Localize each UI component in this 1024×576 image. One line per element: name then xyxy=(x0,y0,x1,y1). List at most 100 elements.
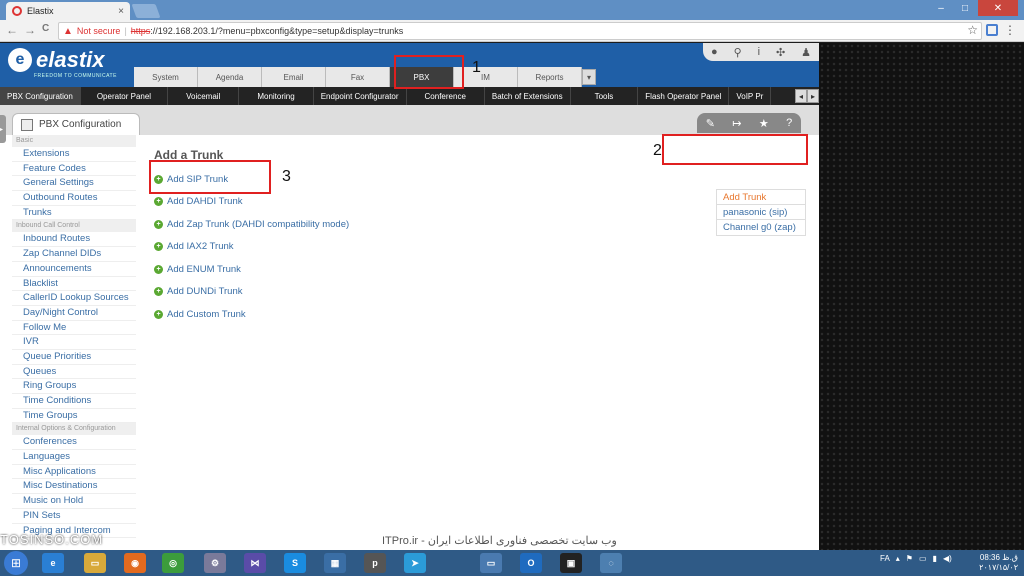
tray-arrow-icon[interactable]: ▴ xyxy=(896,554,900,563)
tab-agenda[interactable]: Agenda xyxy=(198,67,262,87)
back-arrow-icon[interactable]: ← xyxy=(6,23,18,37)
cmd-icon[interactable]: ▣ xyxy=(560,553,582,573)
submenu-operator-panel[interactable]: Operator Panel xyxy=(81,87,169,105)
sidebar-item-time-conditions[interactable]: Time Conditions xyxy=(12,394,136,409)
sidebar-item-music-on-hold[interactable]: Music on Hold xyxy=(12,494,136,509)
sidebar-item-feature-codes[interactable]: Feature Codes xyxy=(12,162,136,177)
submenu-voicemail[interactable]: Voicemail xyxy=(168,87,240,105)
start-button[interactable]: ⊞ xyxy=(4,551,28,575)
ie-icon[interactable]: e xyxy=(42,553,64,573)
submenu-monitoring[interactable]: Monitoring xyxy=(239,87,314,105)
taskbar-clock[interactable]: 08:36 ق.ظ ۲۰۱۷/۱۵/۰۲ xyxy=(979,553,1018,573)
window-app-icon[interactable]: ▭ xyxy=(480,553,502,573)
export-icon[interactable]: ↦ xyxy=(732,117,741,130)
tab-reports[interactable]: Reports xyxy=(518,67,582,87)
telegram-icon[interactable]: ➤ xyxy=(404,553,426,573)
submenu-voip-provider[interactable]: VoIP Pr xyxy=(729,87,772,105)
reload-icon[interactable]: C xyxy=(42,23,49,34)
add-iax2-trunk-link[interactable]: + Add IAX2 Trunk xyxy=(154,241,234,252)
search-icon[interactable]: ⚲ xyxy=(734,46,742,59)
sidebar-item-misc-destinations[interactable]: Misc Destinations xyxy=(12,479,136,495)
remote-desktop-icon[interactable]: ▦ xyxy=(324,553,346,573)
submenu-batch-extensions[interactable]: Batch of Extensions xyxy=(485,87,571,105)
link-label: Add ENUM Trunk xyxy=(167,264,241,275)
firefox-icon[interactable]: ◉ xyxy=(124,553,146,573)
submenu-endpoint-configurator[interactable]: Endpoint Configurator xyxy=(314,87,407,105)
browser-tab[interactable]: Elastix × xyxy=(6,2,130,20)
screen-icon[interactable]: ▭ xyxy=(919,554,927,563)
sidebar-item-languages[interactable]: Languages xyxy=(12,450,136,465)
sidebar-item-queue-priorities[interactable]: Queue Priorities xyxy=(12,350,136,365)
tab-close-icon[interactable]: × xyxy=(118,6,124,17)
minimize-button[interactable]: – xyxy=(930,0,952,16)
tab-system[interactable]: System xyxy=(134,67,198,87)
sidebar-item-callerid-lookup[interactable]: CallerID Lookup Sources xyxy=(12,291,136,306)
sidebar-item-ivr[interactable]: IVR xyxy=(12,335,136,350)
sidebar-item-announcements[interactable]: Announcements xyxy=(12,262,136,277)
sidebar-item-ring-groups[interactable]: Ring Groups xyxy=(12,379,136,394)
p-app-icon[interactable]: p xyxy=(364,553,386,573)
trunk-list-add-trunk[interactable]: Add Trunk xyxy=(716,189,806,205)
sidebar-item-zap-channel-dids[interactable]: Zap Channel DIDs xyxy=(12,247,136,262)
volume-icon[interactable]: ◀) xyxy=(943,554,952,563)
edit-icon[interactable]: ✎ xyxy=(706,117,715,130)
trunk-list-item[interactable]: panasonic (sip) xyxy=(716,204,806,220)
app-icon[interactable]: ◌ xyxy=(600,553,622,573)
submenu-tools[interactable]: Tools xyxy=(571,87,639,105)
submenu-flash-operator-panel[interactable]: Flash Operator Panel xyxy=(638,87,730,105)
sidebar-item-misc-applications[interactable]: Misc Applications xyxy=(12,465,136,480)
scroll-left-icon[interactable]: ◂ xyxy=(795,89,807,103)
network-tool-icon[interactable]: ⚙ xyxy=(204,553,226,573)
sidebar-item-conferences[interactable]: Conferences xyxy=(12,435,136,451)
close-window-button[interactable]: ✕ xyxy=(978,0,1018,16)
skype-icon[interactable]: S xyxy=(284,553,306,573)
new-tab-button[interactable] xyxy=(131,4,161,18)
maximize-button[interactable]: □ xyxy=(954,0,976,16)
chrome-icon[interactable]: ◎ xyxy=(162,553,184,573)
user-icon[interactable]: ♟ xyxy=(801,46,811,59)
add-enum-trunk-link[interactable]: + Add ENUM Trunk xyxy=(154,264,241,275)
tabs-more-icon[interactable]: ▾ xyxy=(582,69,596,85)
tab-fax[interactable]: Fax xyxy=(326,67,390,87)
add-zap-trunk-link[interactable]: + Add Zap Trunk (DAHDI compatibility mode… xyxy=(154,219,349,230)
elastix-logo[interactable]: e elastix xyxy=(8,47,105,73)
sidebar-item-blacklist[interactable]: Blacklist xyxy=(12,277,136,292)
sidebar-item-general-settings[interactable]: General Settings xyxy=(12,176,136,192)
callout-number: 2 xyxy=(653,142,662,159)
sidebar-item-time-groups[interactable]: Time Groups xyxy=(12,409,136,424)
sidebar-item-pin-sets[interactable]: PIN Sets xyxy=(12,509,136,524)
outlook-icon[interactable]: O xyxy=(520,553,542,573)
sidebar-item-extensions[interactable]: Extensions xyxy=(12,147,136,162)
visual-studio-icon[interactable]: ⋈ xyxy=(244,553,266,573)
tab-email[interactable]: Email xyxy=(262,67,326,87)
sidebar-item-day-night[interactable]: Day/Night Control xyxy=(12,306,136,321)
info-icon[interactable]: i xyxy=(758,46,760,58)
add-dundi-trunk-link[interactable]: + Add DUNDi Trunk xyxy=(154,286,243,297)
browser-menu-icon[interactable]: ⋮ xyxy=(1004,23,1016,37)
sidebar-item-outbound-routes[interactable]: Outbound Routes xyxy=(12,191,136,206)
tools-icon[interactable]: ✣ xyxy=(776,46,785,59)
network-icon[interactable]: ▮ xyxy=(933,554,937,563)
sidebar-item-follow-me[interactable]: Follow Me xyxy=(12,321,136,336)
language-indicator[interactable]: FA xyxy=(880,554,890,563)
add-custom-trunk-link[interactable]: + Add Custom Trunk xyxy=(154,309,246,320)
submenu-conference[interactable]: Conference xyxy=(407,87,485,105)
submenu-pbx-configuration[interactable]: PBX Configuration xyxy=(0,87,81,105)
sidebar-toggle-icon[interactable]: ▸ xyxy=(0,115,6,143)
flag-icon[interactable]: ⚑ xyxy=(906,554,913,563)
bookmark-star-icon[interactable]: ☆ xyxy=(967,23,978,37)
drop-icon[interactable]: ● xyxy=(711,46,718,58)
url-input[interactable]: ▲ Not secure | https://192.168.203.1/?me… xyxy=(58,22,982,40)
sidebar-item-trunks[interactable]: Trunks xyxy=(12,206,136,221)
not-secure-label[interactable]: Not secure xyxy=(77,26,121,36)
trunk-list-item[interactable]: Channel g0 (zap) xyxy=(716,220,806,236)
sidebar-item-inbound-routes[interactable]: Inbound Routes xyxy=(12,232,136,248)
extension-icon[interactable] xyxy=(986,24,998,36)
forward-arrow-icon[interactable]: → xyxy=(24,23,36,37)
add-dahdi-trunk-link[interactable]: + Add DAHDI Trunk xyxy=(154,196,243,207)
help-icon[interactable]: ? xyxy=(786,117,792,129)
file-explorer-icon[interactable]: ▭ xyxy=(84,553,106,573)
favorite-star-icon[interactable]: ★ xyxy=(759,117,769,130)
sidebar-item-queues[interactable]: Queues xyxy=(12,365,136,380)
scroll-right-icon[interactable]: ▸ xyxy=(807,89,819,103)
